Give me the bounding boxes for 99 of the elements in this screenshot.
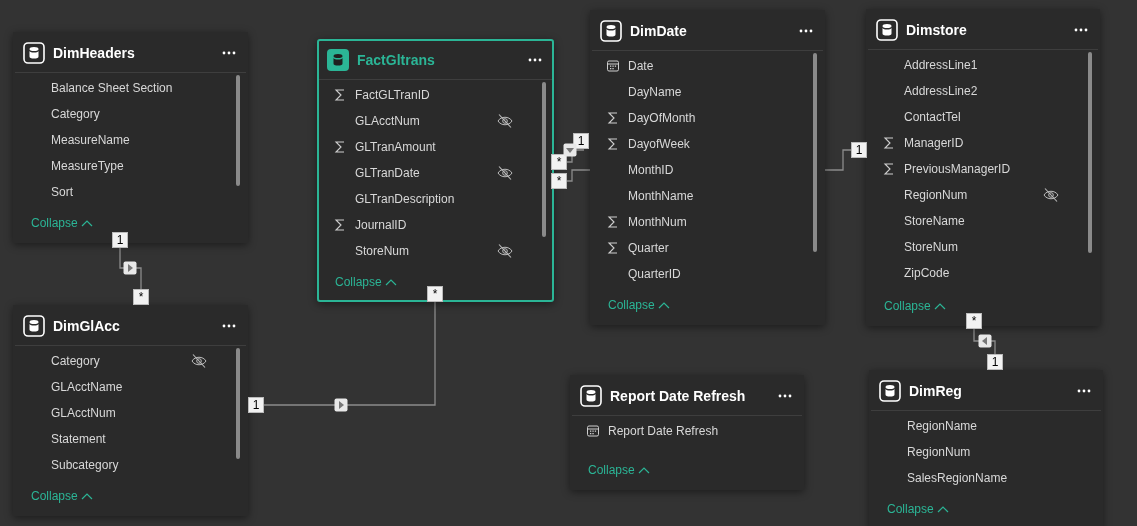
chevron-up-icon — [936, 505, 949, 513]
collapse-link[interactable]: Collapse — [887, 502, 949, 516]
field-name[interactable]: GLAcctNum — [51, 406, 116, 420]
field-name[interactable]: ContactTel — [904, 110, 961, 124]
field-name[interactable]: RegionName — [907, 419, 978, 433]
field-name[interactable]: AddressLine2 — [904, 84, 978, 98]
database-icon — [879, 380, 901, 402]
field-name[interactable]: GLTranAmount — [355, 140, 436, 154]
field-name[interactable]: SalesRegionName — [907, 471, 1008, 485]
more-options-icon[interactable] — [222, 324, 236, 328]
database-icon — [23, 315, 45, 337]
field-name[interactable]: ZipCode — [904, 266, 950, 280]
cardinality-label: * — [966, 313, 982, 329]
more-options-icon[interactable] — [778, 394, 792, 398]
sigma-icon — [882, 136, 896, 150]
table-card[interactable]: DimGlAcc Category GLAcctName GLAcctNum Statement Subcategory Collapse — [13, 305, 248, 516]
more-options-icon[interactable] — [1074, 28, 1088, 32]
table-title: DimHeaders — [53, 45, 136, 61]
sigma-icon — [333, 140, 347, 154]
table-title: Dimstore — [906, 22, 968, 38]
field-name[interactable]: PreviousManagerID — [904, 162, 1011, 176]
database-icon — [580, 385, 602, 407]
field-name[interactable]: Quarter — [628, 241, 669, 255]
field-name[interactable]: ManagerID — [904, 136, 964, 150]
cardinality-label: 1 — [987, 354, 1003, 370]
collapse-link[interactable]: Collapse — [31, 489, 93, 503]
sigma-icon — [882, 162, 896, 176]
collapse-link[interactable]: Collapse — [884, 299, 946, 313]
field-name[interactable]: Statement — [51, 432, 106, 446]
cardinality-label: * — [551, 173, 567, 189]
collapse-link[interactable]: Collapse — [31, 216, 93, 230]
chevron-up-icon — [933, 302, 946, 310]
field-name[interactable]: Balance Sheet Section — [51, 81, 173, 95]
more-options-icon[interactable] — [799, 29, 813, 33]
field-name[interactable]: StoreNum — [355, 244, 410, 258]
table-title: FactGltrans — [357, 52, 436, 68]
sigma-icon — [606, 241, 620, 255]
collapse-link[interactable]: Collapse — [588, 463, 650, 477]
field-name[interactable]: MonthNum — [628, 215, 687, 229]
field-name[interactable]: RegionNum — [907, 445, 971, 459]
field-name[interactable]: MeasureName — [51, 133, 130, 147]
field-name[interactable]: AddressLine1 — [904, 58, 978, 72]
chevron-up-icon — [384, 278, 397, 286]
table-card[interactable]: DimDate Date DayName DayOfMonth DayofWeek MonthID MonthName MonthNum Quarter QuarterID Collapse — [590, 10, 825, 325]
sigma-icon — [333, 88, 347, 102]
chevron-up-icon — [657, 301, 670, 309]
sigma-icon — [606, 137, 620, 151]
sigma-icon — [606, 215, 620, 229]
chevron-up-icon — [637, 466, 650, 474]
table-card[interactable]: Report Date Refresh Report Date Refresh Collapse — [570, 375, 804, 490]
database-icon — [327, 49, 349, 71]
field-name[interactable]: GLTranDate — [355, 166, 420, 180]
field-name[interactable]: Date — [628, 59, 654, 73]
sigma-icon — [606, 111, 620, 125]
more-options-icon[interactable] — [1077, 389, 1091, 393]
chevron-up-icon — [80, 492, 93, 500]
cardinality-label: * — [427, 286, 443, 302]
calendar-icon — [606, 59, 620, 73]
more-options-icon[interactable] — [222, 51, 236, 55]
cardinality-label: * — [133, 289, 149, 305]
cardinality-label: * — [551, 154, 567, 170]
field-name[interactable]: JournalID — [355, 218, 407, 232]
field-name[interactable]: Category — [51, 107, 100, 121]
field-name[interactable]: GLAcctName — [51, 380, 123, 394]
field-name[interactable]: DayofWeek — [628, 137, 690, 151]
table-title: DimReg — [909, 383, 963, 399]
field-name[interactable]: MonthName — [628, 189, 694, 203]
cardinality-label: 1 — [573, 133, 589, 149]
field-name[interactable]: Category — [51, 354, 100, 368]
cardinality-label: 1 — [851, 142, 867, 158]
field-name[interactable]: QuarterID — [628, 267, 681, 281]
calendar-icon — [586, 424, 600, 438]
cardinality-label: 1 — [112, 232, 128, 248]
field-name[interactable]: DayOfMonth — [628, 111, 696, 125]
field-name[interactable]: Report Date Refresh — [608, 424, 719, 438]
collapse-link[interactable]: Collapse — [335, 275, 397, 289]
field-name[interactable]: MeasureType — [51, 159, 124, 173]
collapse-link[interactable]: Collapse — [608, 298, 670, 312]
database-icon — [876, 19, 898, 41]
field-name[interactable]: Sort — [51, 185, 73, 199]
cardinality-label: 1 — [248, 397, 264, 413]
table-title: DimGlAcc — [53, 318, 121, 334]
table-card[interactable]: DimReg RegionName RegionNum SalesRegionName Collapse — [869, 370, 1103, 526]
field-name[interactable]: StoreName — [904, 214, 965, 228]
field-name[interactable]: StoreNum — [904, 240, 959, 254]
table-title: Report Date Refresh — [610, 388, 747, 404]
database-icon — [600, 20, 622, 42]
field-name[interactable]: FactGLTranID — [355, 88, 430, 102]
field-name[interactable]: Subcategory — [51, 458, 119, 472]
chevron-up-icon — [80, 219, 93, 227]
database-icon — [23, 42, 45, 64]
field-name[interactable]: RegionNum — [904, 188, 968, 202]
table-title: DimDate — [630, 23, 688, 39]
field-name[interactable]: GLAcctNum — [355, 114, 420, 128]
field-name[interactable]: MonthID — [628, 163, 674, 177]
sigma-icon — [333, 218, 347, 232]
field-name[interactable]: GLTranDescription — [355, 192, 455, 206]
more-options-icon[interactable] — [528, 58, 542, 62]
field-name[interactable]: DayName — [628, 85, 682, 99]
